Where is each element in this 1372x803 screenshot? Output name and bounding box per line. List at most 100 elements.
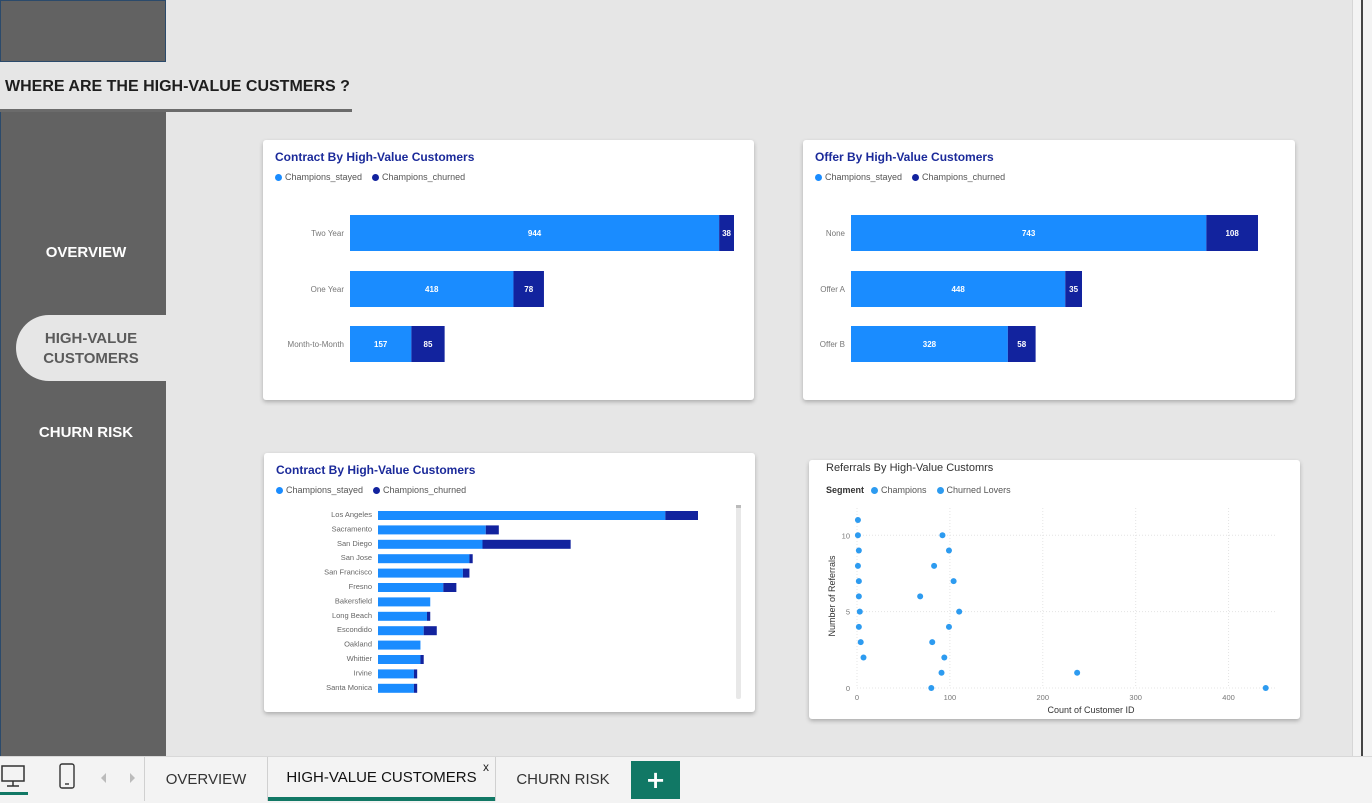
category-label: Los Angeles <box>331 510 372 519</box>
category-label: Whittier <box>347 654 373 663</box>
bar-stayed <box>378 583 444 592</box>
bar-churned <box>462 568 470 578</box>
category-label: Oakland <box>344 640 372 649</box>
nav-high-value-label-1: HIGH-VALUE <box>44 330 138 347</box>
page-title: WHERE ARE THE HIGH-VALUE CUSTMERS ? <box>5 78 350 95</box>
referrals-chart-card[interactable]: Referrals By High-Value Customrs Segment… <box>809 460 1300 719</box>
category-label: Santa Monica <box>326 683 373 692</box>
scatter-point <box>855 623 862 630</box>
scatter-point <box>928 685 935 691</box>
bar-stayed <box>378 525 486 535</box>
y-axis-title: Number of Referrals <box>827 555 837 637</box>
data-label: 38 <box>722 229 731 238</box>
desktop-view-icon[interactable] <box>0 764 28 796</box>
scatter-point <box>956 608 963 615</box>
scatter-point <box>855 593 862 600</box>
x-axis-title: Count of Customer ID <box>1047 705 1135 715</box>
chevron-right-icon[interactable] <box>126 771 138 785</box>
scatter-point <box>938 669 945 676</box>
bar-stayed <box>378 568 463 578</box>
scatter-point <box>941 654 948 661</box>
category-label: Month-to-Month <box>288 340 344 349</box>
y-tick-label: 5 <box>846 608 850 617</box>
data-label: 108 <box>1225 229 1239 238</box>
bar-churned <box>413 683 418 693</box>
y-tick-label: 10 <box>842 531 850 540</box>
category-label: Bakersfield <box>335 596 372 605</box>
page-tab-bar: OVERVIEW HIGH-VALUE CUSTOMERS x CHURN RI… <box>0 756 1372 803</box>
data-label: 743 <box>1022 229 1036 238</box>
contract-chart-card[interactable]: Contract By High-Value Customers Champio… <box>263 140 754 400</box>
bar-stayed <box>378 611 427 621</box>
data-label: 418 <box>425 285 439 294</box>
category-label: Fresno <box>349 582 372 591</box>
scrollbar-thumb[interactable] <box>736 505 741 508</box>
scatter-point <box>939 532 946 539</box>
x-tick-label: 400 <box>1222 693 1235 702</box>
data-label: 35 <box>1069 285 1078 294</box>
scatter-point <box>945 623 952 630</box>
category-label: San Francisco <box>324 568 372 577</box>
scatter-point <box>950 578 957 585</box>
scatter-point <box>931 562 938 569</box>
chevron-left-icon[interactable] <box>98 771 110 785</box>
y-tick-label: 0 <box>846 684 850 693</box>
bar-stayed <box>378 669 414 679</box>
x-tick-label: 0 <box>855 693 859 702</box>
x-tick-label: 300 <box>1129 693 1142 702</box>
tab-high-value-customers[interactable]: HIGH-VALUE CUSTOMERS <box>268 757 495 801</box>
category-label: Escondido <box>337 625 372 634</box>
scatter-point <box>856 608 863 615</box>
city-chart-card[interactable]: Contract By High-Value Customers Champio… <box>264 453 755 712</box>
data-label: 328 <box>923 340 937 349</box>
data-label: 85 <box>424 340 433 349</box>
tab-close-icon[interactable]: x <box>483 760 489 774</box>
x-tick-label: 200 <box>1037 693 1050 702</box>
offer-chart-card[interactable]: Offer By High-Value Customers Champions_… <box>803 140 1295 400</box>
bar-churned <box>665 511 698 520</box>
scatter-point <box>1074 669 1081 676</box>
category-label: Offer A <box>820 285 845 294</box>
category-label: One Year <box>311 285 345 294</box>
scatter-point <box>855 547 862 554</box>
category-label: San Diego <box>337 539 372 548</box>
nav-churn-risk-button[interactable]: CHURN RISK <box>0 424 172 441</box>
bar-churned <box>469 554 473 564</box>
offer-bar-chart: None 743 108 Offer A 448 35 Offer B 328 58 <box>820 215 1258 362</box>
data-label: 157 <box>374 340 388 349</box>
scatter-point <box>860 654 867 661</box>
city-bar-chart: Los Angeles Sacramento San Diego San Jose Sa… <box>324 510 698 693</box>
contract-bar-chart: Two Year 944 38 One Year 418 78 Month-to-Month… <box>288 215 734 362</box>
scatter-point <box>854 517 861 523</box>
bar-stayed <box>378 640 421 650</box>
referrals-scatter-chart: 0 100 200 300 400 0 5 10 Count of Customer ID Num… <box>827 508 1275 715</box>
nav-high-value-label-2: CUSTOMERS <box>43 350 139 367</box>
scatter-point <box>917 593 924 600</box>
bar-stayed <box>378 511 666 520</box>
chart-scrollbar[interactable] <box>736 505 741 699</box>
add-page-button[interactable]: + <box>631 761 680 799</box>
bar-stayed <box>378 539 483 549</box>
scatter-point <box>945 547 952 554</box>
tab-overview[interactable]: OVERVIEW <box>145 757 267 801</box>
bar-stayed <box>378 554 470 564</box>
bar-stayed <box>378 655 421 664</box>
nav-high-value-button[interactable]: HIGH-VALUE CUSTOMERS <box>16 315 166 381</box>
bar-stayed <box>378 683 414 693</box>
bar-churned <box>485 525 499 535</box>
page-header: WHERE ARE THE HIGH-VALUE CUSTMERS ? <box>0 62 352 112</box>
bar-churned <box>426 611 431 621</box>
nav-overview-button[interactable]: OVERVIEW <box>0 244 172 261</box>
x-tick-label: 100 <box>944 693 957 702</box>
data-label: 448 <box>951 285 965 294</box>
scatter-point <box>929 639 936 646</box>
tab-churn-risk[interactable]: CHURN RISK <box>496 757 630 801</box>
scatter-point <box>854 532 861 539</box>
data-label: 78 <box>524 285 533 294</box>
mobile-view-icon[interactable] <box>58 763 78 791</box>
scatter-point <box>855 578 862 585</box>
category-label: Offer B <box>820 340 845 349</box>
right-edge-line <box>1361 0 1363 756</box>
scatter-point <box>857 639 864 646</box>
bar-stayed <box>378 626 424 636</box>
